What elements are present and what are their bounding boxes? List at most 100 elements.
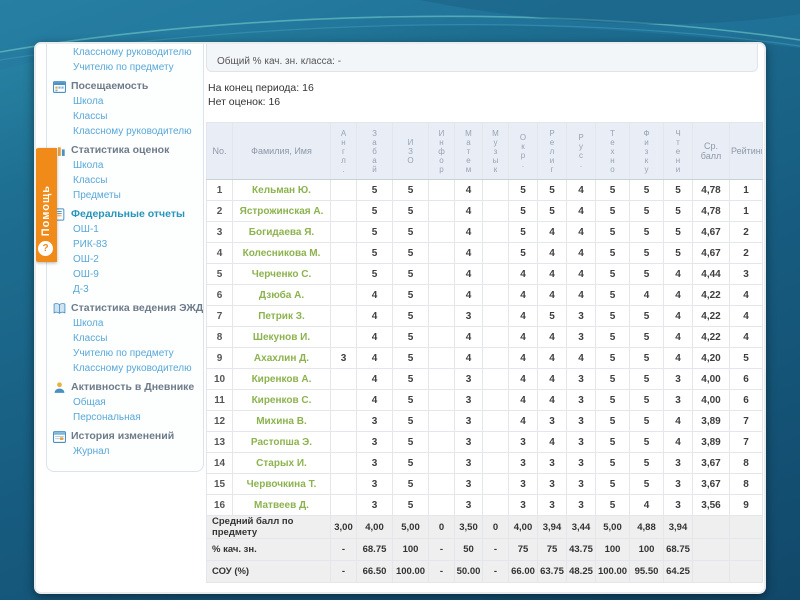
column-header: Рус. <box>566 122 596 180</box>
sidebar-link[interactable]: ОШ-2 <box>47 252 203 267</box>
average-score-cell: 4,67 <box>692 242 730 264</box>
grade-cell <box>482 221 509 243</box>
student-name-link[interactable]: Ястрожинская А. <box>232 200 331 222</box>
row-number-cell: 3 <box>206 221 233 243</box>
footer-value-cell: 0 <box>428 515 455 539</box>
grade-cell: 3 <box>566 410 596 432</box>
sidebar-link[interactable]: Школа <box>47 158 203 173</box>
sidebar-section-header[interactable]: Активность в Дневнике <box>47 380 203 395</box>
row-number-cell: 2 <box>206 200 233 222</box>
grade-cell <box>330 284 357 306</box>
grade-cell: 4 <box>566 221 596 243</box>
average-score-cell: 4,67 <box>692 221 730 243</box>
sidebar-link[interactable]: Школа <box>47 316 203 331</box>
grade-cell: 3 <box>566 305 596 327</box>
average-score-cell: 4,00 <box>692 389 730 411</box>
student-name-link[interactable]: Петрик З. <box>232 305 331 327</box>
student-row: 14 Старых И. 3 5 3 3 3 3 5 5 3 3,67 8 <box>206 452 763 474</box>
student-name-link[interactable]: Ахахлин Д. <box>232 347 331 369</box>
table-header-row: No. Фамилия, Имя Ан г л. За б а й И З О Ин ф о р Ма т е м Му… <box>206 122 763 180</box>
sidebar-item-label: Журнал <box>73 446 110 457</box>
grade-cell: 5 <box>629 452 664 474</box>
student-name-link[interactable]: Колесникова М. <box>232 242 331 264</box>
student-name-link[interactable]: Киренков С. <box>232 389 331 411</box>
grade-cell <box>482 242 509 264</box>
grade-cell: 5 <box>663 179 693 201</box>
sidebar-link[interactable]: Школа <box>47 94 203 109</box>
sidebar-link[interactable]: Классы <box>47 331 203 346</box>
sidebar-link[interactable]: Общая <box>47 395 203 410</box>
student-name-link[interactable]: Михина В. <box>232 410 331 432</box>
grade-cell: 4 <box>356 347 393 369</box>
sidebar-section-header[interactable]: История изменений <box>47 429 203 444</box>
column-header: Забай <box>356 122 393 180</box>
rating-cell: 7 <box>729 431 763 453</box>
sidebar-item-federal-reports[interactable]: Федеральные отчеты <box>47 207 203 222</box>
sidebar-link[interactable]: Классы <box>47 109 203 124</box>
sidebar-section-header[interactable]: Посещаемость <box>47 79 203 94</box>
grade-cell: 4 <box>537 389 567 411</box>
footer-label-cell: СОУ (%) <box>206 560 331 583</box>
sidebar-link[interactable]: Учителю по предмету <box>47 346 203 361</box>
student-name-link[interactable]: Богидаева Я. <box>232 221 331 243</box>
sidebar-item-label: Школа <box>73 96 104 107</box>
sidebar-link[interactable]: Классному руководителю <box>47 124 203 139</box>
grade-cell: 5 <box>595 221 630 243</box>
student-name-link[interactable]: Матвеев Д. <box>232 494 331 516</box>
summary-row: СОУ (%) -66.50 100.00-50.00-66.00 63.75 48.2… <box>206 560 763 583</box>
footer-empty-cell <box>692 560 730 583</box>
grade-cell: 5 <box>392 473 429 495</box>
grade-cell: 3 <box>566 473 596 495</box>
grade-cell: 4 <box>356 284 393 306</box>
sidebar-link[interactable]: РИК-83 <box>47 237 203 252</box>
sidebar-section-header[interactable]: Статистика ведения ЭЖД <box>47 301 203 316</box>
grade-cell: 5 <box>392 305 429 327</box>
sidebar-link[interactable]: Журнал <box>47 444 203 459</box>
grade-cell <box>428 284 455 306</box>
student-row: 13 Растопша Э. 3 5 3 3 4 3 5 5 4 3,89 7 <box>206 431 763 453</box>
grade-cell <box>482 494 509 516</box>
sidebar-link[interactable]: Классы <box>47 173 203 188</box>
student-name-link[interactable]: Черченко С. <box>232 263 331 285</box>
help-tab[interactable]: Помощь ? <box>36 148 57 262</box>
row-number-cell: 13 <box>206 431 233 453</box>
student-name-link[interactable]: Кельман Ю. <box>232 179 331 201</box>
sidebar-link[interactable]: Классному руководителю <box>47 45 203 60</box>
student-row: 7 Петрик З. 4 5 3 4 5 3 5 5 4 4,22 4 <box>206 305 763 327</box>
grade-cell <box>428 242 455 264</box>
student-name-link[interactable]: Червочкина Т. <box>232 473 331 495</box>
sidebar-link[interactable]: Учителю по предмету <box>47 60 203 75</box>
sidebar-section-header[interactable]: Статистика оценок <box>47 143 203 158</box>
grade-cell: 3 <box>566 389 596 411</box>
column-header: Инфор <box>428 122 455 180</box>
student-name-link[interactable]: Киренков А. <box>232 368 331 390</box>
student-name-link[interactable]: Старых И. <box>232 452 331 474</box>
sidebar-item-label: РИК-83 <box>73 239 108 250</box>
rating-cell: 1 <box>729 179 763 201</box>
sidebar-item-label: Классы <box>73 175 108 186</box>
average-score-cell: 3,89 <box>692 431 730 453</box>
column-header: Рейтинг <box>729 122 763 180</box>
sidebar-link[interactable]: Предметы <box>47 188 203 203</box>
column-header: Фамилия, Имя <box>232 122 331 180</box>
person-icon <box>53 381 66 394</box>
sidebar-item-label: Школа <box>73 318 104 329</box>
sidebar-link[interactable]: Классному руководителю <box>47 361 203 376</box>
sidebar-link[interactable]: Персональная <box>47 410 203 425</box>
student-name-link[interactable]: Растопша Э. <box>232 431 331 453</box>
sidebar-item-label: Статистика оценок <box>71 144 170 156</box>
summary-text: Общий % кач. зн. класса: - <box>217 56 342 67</box>
student-name-link[interactable]: Шекунов И. <box>232 326 331 348</box>
average-score-cell: 4,78 <box>692 200 730 222</box>
sidebar-link[interactable]: Д-3 <box>47 282 203 297</box>
sidebar-link[interactable]: ОШ-9 <box>47 267 203 282</box>
sidebar-link[interactable]: ОШ-1 <box>47 222 203 237</box>
row-number-cell: 10 <box>206 368 233 390</box>
grade-cell <box>330 179 357 201</box>
grade-cell: 5 <box>508 242 538 264</box>
grade-cell: 3 <box>330 347 357 369</box>
summary-row: % кач. зн. -68.75 100-50-75 75 43.75 100 100 68… <box>206 538 763 561</box>
student-name-link[interactable]: Дзюба А. <box>232 284 331 306</box>
grade-cell: 5 <box>392 347 429 369</box>
footer-value-cell: 50 <box>454 538 483 561</box>
